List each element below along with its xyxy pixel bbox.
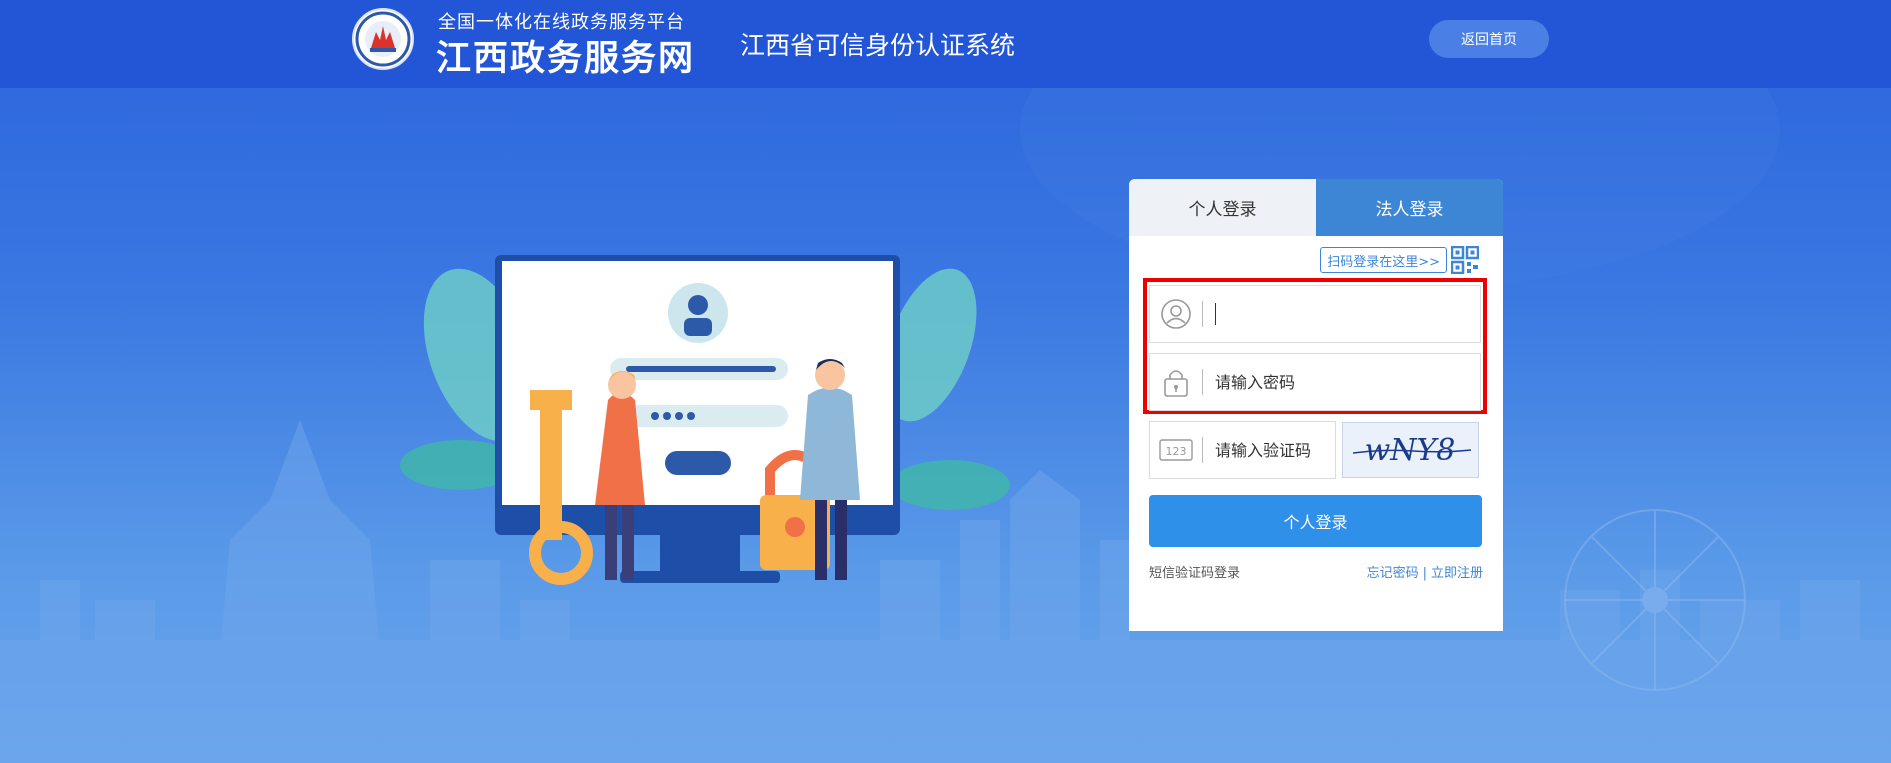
tab-legal-person-login[interactable]: 法人登录 [1316, 179, 1503, 236]
site-name: 江西政务服务网 [436, 39, 696, 79]
captcha-image-text: wNY8 [1365, 433, 1456, 468]
tab-personal-login[interactable]: 个人登录 [1129, 179, 1316, 236]
password-input[interactable] [1215, 362, 1480, 402]
user-circle-icon [1150, 298, 1202, 330]
qr-login-tip[interactable]: 扫码登录在这里>> [1320, 247, 1447, 273]
lock-icon [1150, 366, 1202, 398]
sms-login-link[interactable]: 短信验证码登录 [1149, 562, 1240, 581]
back-home-button[interactable]: 返回首页 [1429, 20, 1549, 58]
qr-code-icon[interactable] [1451, 246, 1479, 274]
captcha-input[interactable] [1215, 440, 1325, 460]
qr-login-link[interactable]: 扫码登录在这里>> [1320, 246, 1479, 274]
login-panel: 个人登录 法人登录 扫码登录在这里>> 123 请输入验证码 wNY8 个人登录… [1129, 179, 1503, 631]
username-input[interactable] [1216, 294, 1480, 334]
link-divider: | [1422, 566, 1427, 581]
account-links: 忘记密码 | 立即注册 [1367, 562, 1483, 581]
system-title: 江西省可信身份认证系统 [740, 31, 1016, 60]
register-link[interactable]: 立即注册 [1431, 566, 1483, 581]
captcha-field[interactable]: 123 [1149, 421, 1336, 479]
personal-login-button[interactable]: 个人登录 [1149, 495, 1482, 547]
login-tabs: 个人登录 法人登录 [1129, 179, 1503, 236]
password-field[interactable] [1149, 353, 1481, 411]
login-illustration [400, 255, 1010, 585]
number-123-icon: 123 [1150, 437, 1202, 463]
site-logo-emblem [352, 8, 414, 70]
top-header: 全国一体化在线政务服务平台 江西政务服务网 江西省可信身份认证系统 返回首页 [0, 0, 1891, 88]
field-separator [1202, 369, 1203, 395]
username-field[interactable] [1149, 285, 1481, 343]
captcha-image[interactable]: wNY8 [1342, 422, 1479, 478]
forgot-password-link[interactable]: 忘记密码 [1367, 566, 1419, 581]
svg-text:123: 123 [1166, 445, 1187, 458]
field-separator [1202, 301, 1203, 327]
field-separator [1202, 437, 1203, 463]
